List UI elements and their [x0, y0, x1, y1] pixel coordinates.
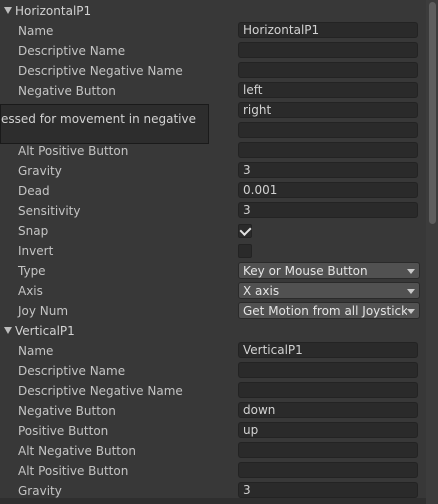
- joy-num-dropdown-value: Get Motion from all Joysticks: [243, 304, 407, 318]
- descriptive-negative-name-row: Descriptive Negative Name: [0, 381, 426, 401]
- type-row: Type Key or Mouse Button: [0, 261, 426, 281]
- alt-positive-button-row: Alt Positive Button: [0, 461, 426, 481]
- gravity-label: Gravity: [18, 484, 62, 498]
- snap-checkbox[interactable]: [238, 223, 252, 238]
- type-dropdown-value: Key or Mouse Button: [243, 264, 368, 278]
- alt-negative-button-field[interactable]: [238, 122, 418, 138]
- negative-button-label: Negative Button: [18, 404, 116, 418]
- axis-header-verticalp1[interactable]: VerticalP1: [0, 321, 426, 341]
- alt-positive-button-label: Alt Positive Button: [18, 144, 129, 158]
- positive-button-field[interactable]: right: [238, 102, 418, 118]
- positive-button-row: Positive Button up: [0, 421, 426, 441]
- name-label: Name: [18, 24, 54, 38]
- negative-button-row: Negative Button down: [0, 401, 426, 421]
- axis-header-horizontalp1[interactable]: HorizontalP1: [0, 1, 426, 21]
- chevron-down-icon: [407, 309, 415, 314]
- sensitivity-label: Sensitivity: [18, 204, 81, 218]
- descriptive-name-row: Descriptive Name: [0, 41, 426, 61]
- dead-label: Dead: [18, 184, 50, 198]
- name-field[interactable]: HorizontalP1: [238, 22, 418, 38]
- foldout-arrow-icon[interactable]: [4, 7, 12, 14]
- sensitivity-field[interactable]: 3: [238, 202, 418, 218]
- tooltip: essed for movement in negative: [0, 104, 209, 144]
- axis-dropdown-value: X axis: [243, 284, 280, 298]
- chevron-down-icon: [407, 269, 415, 274]
- negative-button-row: Negative Button left: [0, 81, 426, 101]
- gravity-label: Gravity: [18, 164, 62, 178]
- axis-dropdown[interactable]: X axis: [238, 282, 420, 299]
- snap-row: Snap: [0, 221, 426, 241]
- descriptive-name-field[interactable]: [238, 362, 418, 378]
- axis-title: VerticalP1: [15, 324, 75, 338]
- joy-num-row: Joy Num Get Motion from all Joysticks: [0, 301, 426, 321]
- descriptive-name-row: Descriptive Name: [0, 361, 426, 381]
- gravity-field[interactable]: 3: [238, 162, 418, 178]
- sensitivity-row: Sensitivity 3: [0, 201, 426, 221]
- positive-button-field[interactable]: up: [238, 422, 418, 438]
- gravity-row: Gravity 3: [0, 161, 426, 181]
- alt-positive-button-row: Alt Positive Button: [0, 141, 426, 161]
- foldout-arrow-icon[interactable]: [4, 327, 12, 334]
- tooltip-text: essed for movement in negative: [1, 112, 196, 126]
- dead-row: Dead 0.001: [0, 181, 426, 201]
- invert-label: Invert: [18, 244, 54, 258]
- name-label: Name: [18, 344, 54, 358]
- alt-positive-button-label: Alt Positive Button: [18, 464, 129, 478]
- name-row: Name VerticalP1: [0, 341, 426, 361]
- alt-negative-button-label: Alt Negative Button: [18, 444, 136, 458]
- joy-num-dropdown[interactable]: Get Motion from all Joysticks: [238, 302, 420, 319]
- vertical-scrollbar-thumb[interactable]: [429, 2, 436, 224]
- checkmark-icon: [239, 223, 252, 237]
- chevron-down-icon: [407, 289, 415, 294]
- descriptive-negative-name-field[interactable]: [238, 62, 418, 78]
- descriptive-negative-name-label: Descriptive Negative Name: [18, 384, 183, 398]
- joy-num-label: Joy Num: [18, 304, 69, 318]
- descriptive-negative-name-label: Descriptive Negative Name: [18, 64, 183, 78]
- type-label: Type: [18, 264, 46, 278]
- horizontal-scrollbar[interactable]: [0, 498, 426, 504]
- alt-negative-button-field[interactable]: [238, 442, 418, 458]
- gravity-field[interactable]: 3: [238, 482, 418, 498]
- axis-row: Axis X axis: [0, 281, 426, 301]
- descriptive-negative-name-row: Descriptive Negative Name: [0, 61, 426, 81]
- alt-positive-button-field[interactable]: [238, 462, 418, 478]
- descriptive-negative-name-field[interactable]: [238, 382, 418, 398]
- name-row: Name HorizontalP1: [0, 21, 426, 41]
- negative-button-field[interactable]: left: [238, 82, 418, 98]
- descriptive-name-label: Descriptive Name: [18, 364, 126, 378]
- negative-button-label: Negative Button: [18, 84, 116, 98]
- descriptive-name-field[interactable]: [238, 42, 418, 58]
- alt-negative-button-row: Alt Negative Button: [0, 441, 426, 461]
- descriptive-name-label: Descriptive Name: [18, 44, 126, 58]
- positive-button-label: Positive Button: [18, 424, 109, 438]
- axis-label: Axis: [18, 284, 43, 298]
- type-dropdown[interactable]: Key or Mouse Button: [238, 262, 420, 279]
- invert-checkbox[interactable]: [238, 244, 252, 258]
- snap-label: Snap: [18, 224, 49, 238]
- axis-title: HorizontalP1: [15, 4, 92, 18]
- invert-row: Invert: [0, 241, 426, 261]
- name-field[interactable]: VerticalP1: [238, 342, 418, 358]
- alt-positive-button-field[interactable]: [238, 142, 418, 158]
- negative-button-field[interactable]: down: [238, 402, 418, 418]
- dead-field[interactable]: 0.001: [238, 182, 418, 198]
- inspector-panel: HorizontalP1 Name HorizontalP1 Descripti…: [0, 0, 426, 504]
